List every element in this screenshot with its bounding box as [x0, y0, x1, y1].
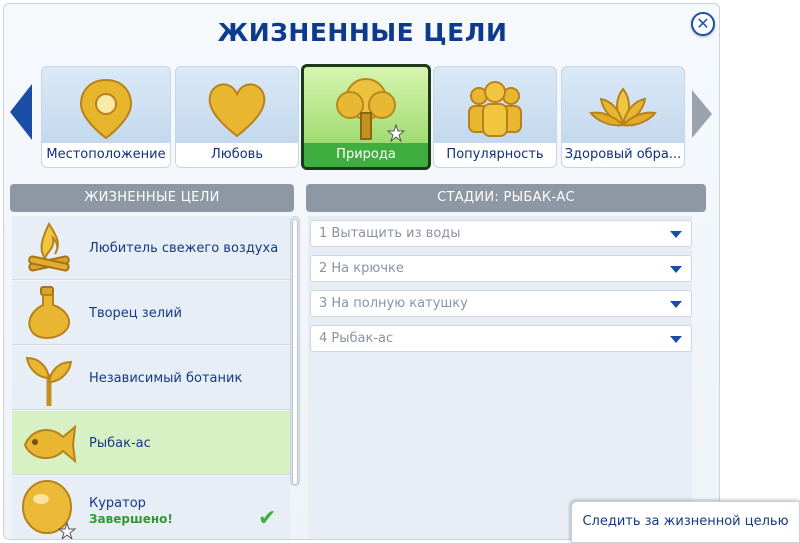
stage-dropdown-2[interactable]: 2 На крючке — [310, 255, 692, 282]
stages-panel-header: СТАДИИ: РЫБАК-АС — [306, 184, 706, 212]
location-pin-icon — [79, 78, 133, 140]
page-title: ЖИЗНЕННЫЕ ЦЕЛИ — [217, 18, 508, 47]
category-label: Популярность — [434, 143, 556, 167]
list-item[interactable]: Рыбак-ас — [12, 411, 290, 475]
category-label: Природа — [304, 143, 428, 167]
chevron-down-icon — [670, 266, 682, 273]
stage-dropdown-3[interactable]: 3 На полную катушку — [310, 290, 692, 317]
stage-label: 1 Вытащить из воды — [319, 226, 461, 241]
category-label: Любовь — [176, 143, 298, 167]
fish-icon — [23, 424, 77, 464]
close-button[interactable]: ✕ — [691, 12, 715, 36]
category-popularity[interactable]: Популярность — [433, 66, 557, 168]
check-icon: ✔ — [258, 506, 277, 531]
goal-name: Любитель свежего воздуха — [89, 240, 279, 256]
stage-label: 3 На полную катушку — [319, 296, 468, 311]
category-label: Здоровый обра... — [562, 143, 684, 167]
chevron-down-icon — [670, 301, 682, 308]
chevron-down-icon — [670, 231, 682, 238]
goals-scrollbar[interactable] — [290, 216, 300, 486]
campfire-icon — [28, 222, 70, 272]
people-group-icon — [468, 81, 522, 137]
category-label: Местоположение — [42, 143, 170, 167]
track-life-goal-button[interactable]: Следить за жизненной целью — [571, 501, 800, 543]
stage-label: 2 На крючке — [319, 261, 404, 276]
tree-icon — [336, 78, 406, 143]
category-nature[interactable]: Природа — [301, 64, 431, 170]
goal-name: Куратор — [89, 496, 146, 511]
close-icon: ✕ — [696, 14, 710, 33]
list-item[interactable]: Любитель свежего воздуха — [12, 216, 290, 280]
sprout-icon — [25, 356, 73, 406]
life-goals-window: ЖИЗНЕННЫЕ ЦЕЛИ ✕ Местоположение Любовь П… — [3, 3, 720, 540]
chevron-down-icon — [670, 336, 682, 343]
goal-name: Рыбак-ас — [89, 435, 151, 451]
goal-name: Независимый ботаник — [89, 370, 243, 386]
stage-dropdown-1[interactable]: 1 Вытащить из воды — [310, 220, 692, 247]
next-category-arrow-icon[interactable] — [692, 90, 712, 138]
list-item[interactable]: Независимый ботаник — [12, 346, 290, 410]
goal-status: Завершено! — [89, 512, 173, 526]
heart-icon — [208, 83, 266, 138]
scrollbar-thumb[interactable] — [292, 219, 298, 485]
stage-dropdown-4[interactable]: 4 Рыбак-ас — [310, 325, 692, 352]
goals-list: Любитель свежего воздуха Творец зелий Не… — [12, 216, 290, 539]
category-wellness[interactable]: Здоровый обра... — [561, 66, 685, 168]
list-item[interactable]: Куратор Завершено! ✔ — [12, 476, 290, 539]
category-love[interactable]: Любовь — [175, 66, 299, 168]
gem-icon — [22, 480, 77, 539]
potion-flask-icon — [28, 286, 71, 339]
stage-label: 4 Рыбак-ас — [319, 331, 394, 346]
list-item[interactable]: Творец зелий — [12, 281, 290, 345]
goals-panel-header: ЖИЗНЕННЫЕ ЦЕЛИ — [10, 184, 294, 212]
category-location[interactable]: Местоположение — [41, 66, 171, 168]
lotus-icon — [589, 87, 657, 127]
goal-name: Творец зелий — [89, 305, 182, 321]
stages-list: 1 Вытащить из воды 2 На крючке 3 На полн… — [308, 216, 692, 539]
previous-category-arrow-icon[interactable] — [10, 84, 32, 140]
